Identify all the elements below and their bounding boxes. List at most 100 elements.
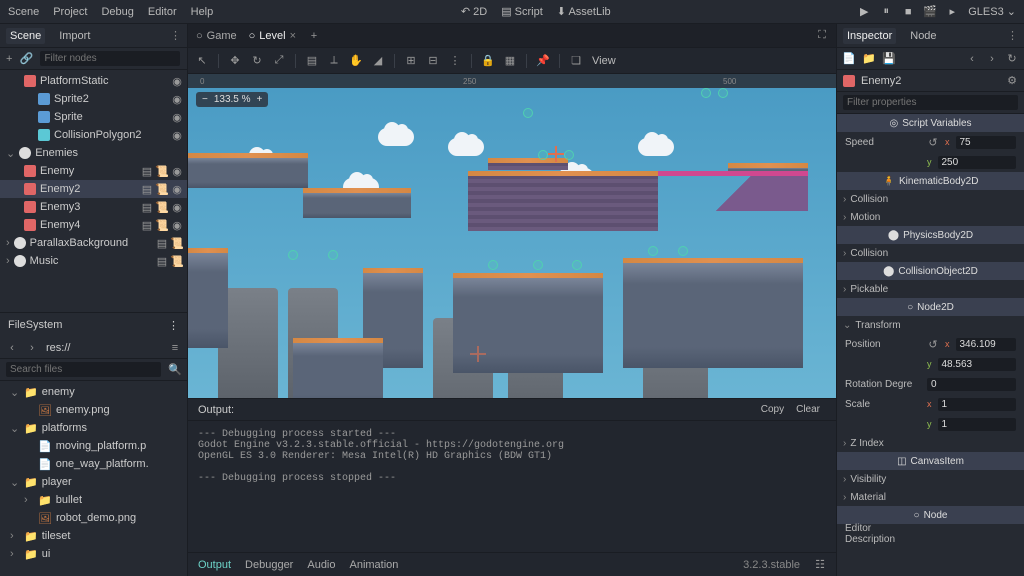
scene-script-icon[interactable]: ▤ <box>141 201 153 213</box>
mode-script[interactable]: ▤ Script <box>501 5 543 18</box>
section-collision-obj[interactable]: ⬤ CollisionObject2D <box>837 262 1024 280</box>
add-node-icon[interactable]: + <box>6 53 12 65</box>
script-icon[interactable]: 📜 <box>171 237 183 249</box>
menu-debug[interactable]: Debug <box>101 6 133 18</box>
panel-menu-icon[interactable]: ⋮ <box>170 29 181 42</box>
fs-item-bullet[interactable]: › 📁bullet <box>0 491 187 509</box>
scene-node-music[interactable]: › Music▤📜 <box>0 252 187 270</box>
play-scene-icon[interactable]: 🎬 <box>924 6 936 18</box>
add-tab-icon[interactable]: + <box>308 30 320 42</box>
zoom-indicator[interactable]: − 133.5 % + <box>196 92 268 107</box>
snap-menu-icon[interactable]: ⋮ <box>449 55 461 67</box>
fs-item-enemy-png[interactable]: 🖼enemy.png <box>0 401 187 419</box>
scene-script-icon[interactable]: ▤ <box>141 165 153 177</box>
section-script-vars[interactable]: ◎ Script Variables <box>837 114 1024 132</box>
section-physics[interactable]: ⬤ PhysicsBody2D <box>837 226 1024 244</box>
pan-tool-icon[interactable]: ✋ <box>350 55 362 67</box>
insp-tools-icon[interactable]: ⚙ <box>1006 75 1018 87</box>
scale-y-input[interactable]: 1 <box>938 418 1017 431</box>
scene-node-enemies[interactable]: ⌄ Enemies <box>0 144 187 162</box>
snap-opts-icon[interactable]: ⊟ <box>427 55 439 67</box>
fold-visibility[interactable]: Visibility <box>837 470 1024 488</box>
bottom-tab-audio[interactable]: Audio <box>307 559 335 571</box>
fold-pickable[interactable]: Pickable <box>837 280 1024 298</box>
fold-motion[interactable]: Motion <box>837 208 1024 226</box>
tab-inspector[interactable]: Inspector <box>843 28 896 44</box>
reset-pos-icon[interactable]: ↺ <box>927 338 939 350</box>
section-node2d[interactable]: ○ Node2D <box>837 298 1024 316</box>
tab-scene[interactable]: Scene <box>6 28 45 44</box>
filter-props-input[interactable] <box>843 95 1018 110</box>
visibility-icon[interactable]: ◉ <box>171 75 183 87</box>
fold-collision[interactable]: Collision <box>837 190 1024 208</box>
bottom-tab-animation[interactable]: Animation <box>350 559 399 571</box>
fs-item-robot_demo-png[interactable]: 🖼robot_demo.png <box>0 509 187 527</box>
scene-script-icon[interactable]: ▤ <box>156 237 168 249</box>
scene-node-enemy[interactable]: Enemy▤📜◉ <box>0 162 187 180</box>
lock-icon[interactable]: 🔒 <box>482 55 494 67</box>
fs-item-platforms[interactable]: ⌄ 📁platforms <box>0 419 187 437</box>
group-icon[interactable]: ▦ <box>504 55 516 67</box>
scale-tool-icon[interactable]: ⤢ <box>273 55 285 67</box>
scene-script-icon[interactable]: ▤ <box>141 219 153 231</box>
rotation-input[interactable]: 0 <box>927 378 1016 391</box>
select-tool-icon[interactable]: ↖ <box>196 55 208 67</box>
fs-item-tileset[interactable]: › 📁tileset <box>0 527 187 545</box>
speed-y-input[interactable]: 250 <box>938 156 1017 169</box>
pos-y-input[interactable]: 48.563 <box>938 358 1017 371</box>
link-icon[interactable]: 🔗 <box>20 53 32 65</box>
layers-icon[interactable]: ❏ <box>570 55 582 67</box>
insp-load-icon[interactable]: 📁 <box>863 53 875 65</box>
reset-icon[interactable]: ↺ <box>927 136 939 148</box>
fs-menu-icon[interactable]: ⋮ <box>168 319 179 332</box>
fs-search-icon[interactable]: 🔍 <box>169 364 181 376</box>
tab-node[interactable]: Node <box>906 28 940 44</box>
doc-tab-level[interactable]: ○ Level × <box>249 30 296 42</box>
tab-import[interactable]: Import <box>55 28 94 44</box>
fold-material[interactable]: Material <box>837 488 1024 506</box>
copy-button[interactable]: Copy <box>755 402 790 417</box>
pause-icon[interactable]: ⏸ <box>880 6 892 18</box>
close-tab-icon[interactable]: × <box>290 30 296 42</box>
expand-icon[interactable]: ⛶ <box>816 30 828 42</box>
insp-back-icon[interactable]: ‹ <box>966 53 978 65</box>
fs-menu2-icon[interactable]: ≡ <box>169 342 181 354</box>
layout-icon[interactable]: ☷ <box>814 559 826 571</box>
fs-item-moving_platform-p[interactable]: 📄moving_platform.p <box>0 437 187 455</box>
zoom-out-icon[interactable]: − <box>202 94 208 105</box>
scene-node-parallaxbackground[interactable]: › ParallaxBackground▤📜 <box>0 234 187 252</box>
bottom-tab-debugger[interactable]: Debugger <box>245 559 293 571</box>
fold-transform[interactable]: Transform <box>837 316 1024 334</box>
fs-search-input[interactable] <box>6 362 161 377</box>
scene-node-enemy4[interactable]: Enemy4▤📜◉ <box>0 216 187 234</box>
script-icon[interactable]: 📜 <box>156 165 168 177</box>
insp-history-icon[interactable]: ↻ <box>1006 53 1018 65</box>
insp-save-icon[interactable]: 💾 <box>883 53 895 65</box>
scene-node-sprite[interactable]: Sprite◉ <box>0 108 187 126</box>
insp-fwd-icon[interactable]: › <box>986 53 998 65</box>
bottom-tab-output[interactable]: Output <box>198 559 231 571</box>
mode-assetlib[interactable]: ⬇ AssetLib <box>557 5 611 18</box>
scene-tree[interactable]: PlatformStatic◉Sprite2◉Sprite◉CollisionP… <box>0 70 187 312</box>
filter-nodes-input[interactable] <box>40 51 180 66</box>
measure-tool-icon[interactable]: ◢ <box>372 55 384 67</box>
fs-item-enemy[interactable]: ⌄ 📁enemy <box>0 383 187 401</box>
script-icon[interactable]: 📜 <box>156 219 168 231</box>
fs-item-player[interactable]: ⌄ 📁player <box>0 473 187 491</box>
visibility-icon[interactable]: ◉ <box>171 183 183 195</box>
fs-back-icon[interactable]: ‹ <box>6 342 18 354</box>
scene-node-collisionpolygon2[interactable]: CollisionPolygon2◉ <box>0 126 187 144</box>
visibility-icon[interactable]: ◉ <box>171 111 183 123</box>
viewport[interactable]: 0 250 500 − 133.5 % + <box>188 74 836 398</box>
visibility-icon[interactable]: ◉ <box>171 219 183 231</box>
scene-node-sprite2[interactable]: Sprite2◉ <box>0 90 187 108</box>
fold-zindex[interactable]: Z Index <box>837 434 1024 452</box>
scene-script-icon[interactable]: ▤ <box>141 183 153 195</box>
fs-fwd-icon[interactable]: › <box>26 342 38 354</box>
fs-tree[interactable]: ⌄ 📁enemy🖼enemy.png⌄ 📁platforms📄moving_pl… <box>0 381 187 576</box>
list-tool-icon[interactable]: ▤ <box>306 55 318 67</box>
script-icon[interactable]: 📜 <box>156 183 168 195</box>
view-menu[interactable]: View <box>592 55 616 67</box>
fold-collision2[interactable]: Collision <box>837 244 1024 262</box>
section-node[interactable]: ○ Node <box>837 506 1024 524</box>
